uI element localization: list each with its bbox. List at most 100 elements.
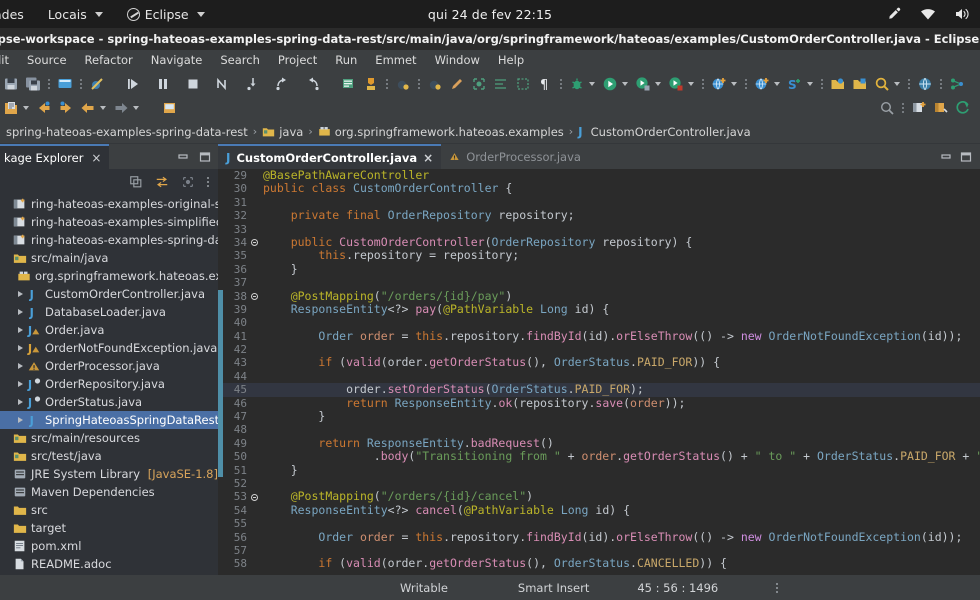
minimize-icon[interactable] xyxy=(940,151,952,163)
expand-arrow-icon[interactable] xyxy=(18,363,23,369)
tree-item[interactable]: Maven Dependencies xyxy=(0,483,218,501)
close-icon[interactable]: × xyxy=(91,152,101,164)
run-last-icon[interactable] xyxy=(668,76,684,92)
tree-item[interactable]: org.springframework.hateoas.exampl xyxy=(0,267,218,285)
chevron-down-icon[interactable] xyxy=(774,81,780,86)
focus-on-active-task-icon[interactable] xyxy=(181,175,195,189)
tree-item[interactable]: J Order.java xyxy=(0,321,218,339)
code-line[interactable]: 29 @BasePathAwareController xyxy=(218,169,980,182)
spring-perspective-icon[interactable] xyxy=(955,100,971,116)
web-perspective-icon[interactable] xyxy=(917,76,933,92)
view-menu-icon[interactable] xyxy=(207,177,209,187)
maximize-icon[interactable] xyxy=(199,151,211,163)
code-line[interactable]: 48 xyxy=(218,423,980,437)
tree-item[interactable]: ring-hateoas-examples-spring-data-rest xyxy=(0,231,218,249)
new-server-icon[interactable] xyxy=(754,76,770,92)
chevron-down-icon[interactable] xyxy=(622,81,628,86)
chevron-down-icon[interactable] xyxy=(807,81,813,86)
format-icon[interactable] xyxy=(493,76,509,92)
breadcrumb-item-file[interactable]: J CustomOrderController.java xyxy=(578,125,750,139)
share-project-icon[interactable] xyxy=(949,76,965,92)
minimize-icon[interactable] xyxy=(177,151,189,163)
code-line[interactable]: 42 xyxy=(218,343,980,357)
menu-source[interactable]: Source xyxy=(18,50,76,71)
expand-arrow-icon[interactable] xyxy=(18,291,23,297)
quick-access-search-icon[interactable] xyxy=(879,100,895,116)
chevron-down-icon[interactable] xyxy=(133,106,139,110)
breadcrumb-item-project[interactable]: spring-hateoas-examples-spring-data-rest xyxy=(6,125,248,139)
chevron-down-icon[interactable] xyxy=(23,106,29,110)
new-java-class-icon[interactable] xyxy=(341,76,357,92)
close-icon[interactable]: × xyxy=(423,151,433,165)
tree-item[interactable]: src/test/java xyxy=(0,447,218,465)
resume-icon[interactable] xyxy=(125,76,141,92)
save-icon[interactable] xyxy=(3,76,19,92)
volume-icon[interactable] xyxy=(954,6,970,22)
code-line[interactable]: 53 @PostMapping("/orders/{id}/cancel") xyxy=(218,490,980,504)
code-line[interactable]: 49 return ResponseEntity.badRequest() xyxy=(218,436,980,451)
previous-annotation-icon[interactable] xyxy=(36,100,52,116)
chevron-down-icon[interactable] xyxy=(894,81,900,86)
os-menu-locais[interactable]: Locais xyxy=(36,0,115,28)
code-line[interactable]: 56 Order order = this.repository.findByI… xyxy=(218,530,980,544)
code-editor[interactable]: 29 @BasePathAwareController 30 public class… xyxy=(218,169,980,575)
code-line[interactable]: 57 xyxy=(218,544,980,557)
code-line[interactable]: 51 } xyxy=(218,463,980,477)
link-with-editor-icon[interactable] xyxy=(155,175,169,189)
tab-package-explorer[interactable]: kage Explorer × xyxy=(0,144,110,169)
maximize-icon[interactable] xyxy=(960,151,972,163)
step-return-icon[interactable] xyxy=(305,76,321,92)
tree-item[interactable]: J SpringHateoasSpringDataRestAppl xyxy=(0,411,218,429)
code-line[interactable]: 39 ResponseEntity<?> pay(@PathVariable L… xyxy=(218,302,980,317)
step-over-icon[interactable] xyxy=(275,76,291,92)
tree-item[interactable]: J OrderRepository.java xyxy=(0,375,218,393)
chevron-down-icon[interactable] xyxy=(589,81,595,86)
search-icon[interactable] xyxy=(874,76,890,92)
console-icon[interactable] xyxy=(57,76,73,92)
expand-arrow-icon[interactable] xyxy=(18,309,23,315)
menu-search[interactable]: Search xyxy=(211,50,269,71)
menu-window[interactable]: Window xyxy=(426,50,489,71)
wifi-icon[interactable] xyxy=(920,6,936,22)
code-line[interactable]: 58 if (valid(order.getOrderStatus(), Ord… xyxy=(218,557,980,571)
tree-item[interactable]: JRE System Library [JavaSE-1.8] xyxy=(0,465,218,483)
toggle-watchpoint-icon[interactable] xyxy=(427,76,443,92)
code-line[interactable]: 36 } xyxy=(218,262,980,276)
tab-order-processor[interactable]: OrderProcessor.java xyxy=(441,144,589,169)
step-into-selection-icon[interactable] xyxy=(215,76,231,92)
code-line[interactable]: 30 public class CustomOrderController { xyxy=(218,182,980,196)
code-line[interactable]: 55 xyxy=(218,517,980,530)
code-line[interactable]: 44 xyxy=(218,369,980,384)
spring-boot-icon[interactable]: S xyxy=(787,76,803,92)
tree-item[interactable]: J OrderStatus.java xyxy=(0,393,218,411)
breadcrumb-item-package[interactable]: org.springframework.hateoas.examples xyxy=(318,125,564,139)
new-wizard-icon[interactable] xyxy=(3,100,19,116)
code-line[interactable]: 35 this.repository = repository; xyxy=(218,249,980,263)
run-icon[interactable] xyxy=(602,76,618,92)
package-explorer-tree[interactable]: ring-hateoas-examples-original-server rin… xyxy=(0,195,218,575)
tab-custom-order-controller[interactable]: J CustomOrderController.java × xyxy=(218,144,442,169)
tree-item[interactable]: src/main/java xyxy=(0,249,218,267)
focus-icon[interactable] xyxy=(471,76,487,92)
pencil-icon[interactable] xyxy=(449,76,465,92)
tree-item[interactable]: src xyxy=(0,501,218,519)
code-line[interactable]: 46 return ResponseEntity.ok(repository.s… xyxy=(218,396,980,411)
fold-marker[interactable] xyxy=(249,292,260,300)
code-line[interactable]: 50 .body("Transitioning from " + order.g… xyxy=(218,450,980,464)
fold-marker[interactable] xyxy=(249,493,260,501)
java-perspective-icon[interactable] xyxy=(933,100,949,116)
new-java-project-icon[interactable] xyxy=(363,76,379,92)
code-line[interactable]: 32 private final OrderRepository reposit… xyxy=(218,208,980,222)
code-line[interactable]: 37 xyxy=(218,276,980,289)
code-line[interactable]: 45 order.setOrderStatus(OrderStatus.PAID… xyxy=(218,383,980,397)
code-line[interactable]: 41 Order order = this.repository.findByI… xyxy=(218,329,980,344)
menu-navigate[interactable]: Navigate xyxy=(142,50,212,71)
status-menu-icon[interactable] xyxy=(776,582,779,593)
expand-arrow-icon[interactable] xyxy=(18,327,23,333)
open-web-browser-icon[interactable] xyxy=(711,76,727,92)
expand-arrow-icon[interactable] xyxy=(18,345,23,351)
chevron-down-icon[interactable] xyxy=(731,81,737,86)
tree-item[interactable]: ring-hateoas-examples-original-server xyxy=(0,195,218,213)
menu-help[interactable]: Help xyxy=(489,50,533,71)
coverage-icon[interactable] xyxy=(635,76,651,92)
